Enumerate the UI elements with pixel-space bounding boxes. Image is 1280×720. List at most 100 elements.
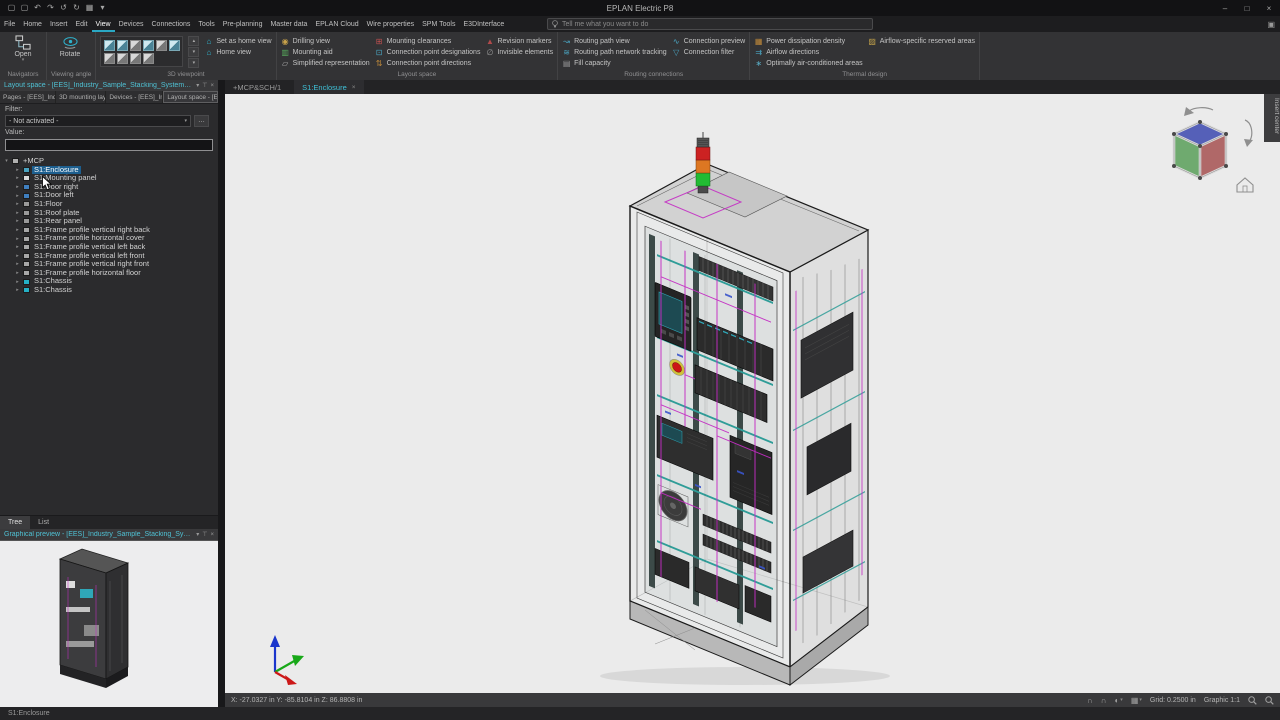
ribbon-button[interactable]: ↝Routing path view	[562, 36, 667, 46]
ribbon-button[interactable]: ⌂Set as home view	[204, 36, 271, 46]
search-input[interactable]: Tell me what you want to do	[547, 18, 873, 30]
expand-icon[interactable]: ▸	[14, 279, 21, 285]
menu-item[interactable]: Insert	[46, 16, 72, 32]
tree-item[interactable]: ▸ S1:Door left	[0, 191, 218, 200]
ribbon-button[interactable]: ⇉Airflow directions	[754, 47, 863, 57]
expand-icon[interactable]: ▸	[14, 287, 21, 293]
viewport-canvas[interactable]: Insert center	[225, 94, 1280, 693]
ribbon-button[interactable]: ∗Optimally air-conditioned areas	[754, 58, 863, 68]
tree-item[interactable]: ▸ S1:Frame profile horizontal floor	[0, 269, 218, 278]
minimize-icon[interactable]: –	[1214, 0, 1236, 16]
viewpoint-sphere-icon[interactable]	[130, 53, 141, 64]
expand-icon[interactable]: ▸	[14, 270, 21, 276]
menu-item[interactable]: Connections	[148, 16, 195, 32]
quick-access-icon[interactable]: ↺	[58, 0, 69, 16]
menu-item[interactable]: SPM Tools	[418, 16, 459, 32]
tree-item[interactable]: ▸ S1:Enclosure	[0, 166, 218, 175]
quick-access-icon[interactable]: ↻	[71, 0, 82, 16]
tree-item[interactable]: ▸ S1:Mounting panel	[0, 174, 218, 183]
viewpoint-cube-icon[interactable]	[117, 40, 128, 51]
expand-icon[interactable]: ▸	[14, 227, 21, 233]
expand-icon[interactable]: ▸	[14, 236, 21, 242]
menu-item[interactable]: File	[0, 16, 19, 32]
ribbon-button[interactable]: ▲Revision markers	[485, 36, 553, 46]
document-tab[interactable]: +MCP&SCH/1	[225, 80, 294, 94]
navigator-tab[interactable]: 3D mounting lay...	[56, 91, 106, 103]
viewpoint-cube-icon[interactable]	[156, 40, 167, 51]
panel-menu-icon[interactable]: ▾	[196, 82, 199, 89]
snap-icon[interactable]: ∩	[1101, 696, 1107, 705]
gallery-down-icon[interactable]: ▾	[188, 47, 199, 57]
snap-icon[interactable]: ∩	[1087, 696, 1093, 705]
gallery-up-icon[interactable]: ▴	[188, 36, 199, 46]
document-tab[interactable]: S1:Enclosure×	[294, 80, 363, 94]
insert-center-tab[interactable]: Insert center	[1264, 94, 1280, 142]
expand-icon[interactable]: ▸	[14, 210, 21, 216]
tree-item[interactable]: ▸ S1:Roof plate	[0, 209, 218, 218]
value-input[interactable]	[5, 139, 213, 151]
viewpoint-cube-icon[interactable]	[143, 40, 154, 51]
gallery-more-icon[interactable]: ▾	[188, 58, 199, 68]
graphic-scale[interactable]: Graphic 1:1	[1204, 697, 1240, 704]
quick-access-icon[interactable]: ↶	[32, 0, 43, 16]
quick-access-icon[interactable]: ↷	[45, 0, 56, 16]
quick-access-icon[interactable]: ▢	[19, 0, 30, 16]
viewpoint-cube-icon[interactable]	[104, 40, 115, 51]
navigator-tab[interactable]: Layout space - [E...	[163, 91, 218, 103]
navigator-tab[interactable]: Devices - [EES]_In...	[106, 91, 163, 103]
menu-item[interactable]: Pre-planning	[219, 16, 267, 32]
menu-item[interactable]: E3DInterface	[459, 16, 508, 32]
viewpoint-sphere-icon[interactable]	[143, 53, 154, 64]
ribbon-button[interactable]: ▦Power dissipation density	[754, 36, 863, 46]
expand-icon[interactable]: ▸	[14, 261, 21, 267]
close-tab-icon[interactable]: ×	[352, 84, 356, 91]
menu-item[interactable]: Home	[19, 16, 46, 32]
pin-icon[interactable]: ⊤	[202, 82, 207, 89]
ribbon-button[interactable]: ∅Invisible elements	[485, 47, 553, 57]
navigator-tab[interactable]: Pages - [EES]_Ind...	[0, 91, 56, 103]
ribbon-button[interactable]: ▥Mounting aid	[281, 47, 370, 57]
ribbon-button[interactable]: ◉Drilling view	[281, 36, 370, 46]
close-panel-icon[interactable]: ×	[210, 532, 214, 538]
expand-icon[interactable]: ▸	[14, 218, 21, 224]
close-icon[interactable]: ×	[1258, 0, 1280, 16]
quick-access-icon[interactable]: ▾	[97, 0, 108, 16]
ribbon-button[interactable]: ≋Routing path network tracking	[562, 47, 667, 57]
tree-list-tab[interactable]: Tree	[0, 516, 30, 529]
expand-icon[interactable]: ▸	[14, 193, 21, 199]
zoom-in-icon[interactable]	[1248, 696, 1257, 705]
view-mode-icon[interactable]: ◐▾	[1114, 696, 1122, 705]
quick-access-icon[interactable]: ▢	[6, 0, 17, 16]
tree-item[interactable]: ▾ +MCP	[0, 157, 218, 166]
panel-menu-icon[interactable]: ▾	[196, 531, 199, 538]
rotate-button[interactable]: Rotate	[51, 33, 89, 58]
open-navigator-button[interactable]: Open▾	[4, 33, 42, 62]
menu-item[interactable]: Devices	[115, 16, 148, 32]
menu-item[interactable]: Wire properties	[363, 16, 418, 32]
tree-item[interactable]: ▸ S1:Floor	[0, 200, 218, 209]
zoom-out-icon[interactable]	[1265, 696, 1274, 705]
rotate-vertical-icon[interactable]	[1244, 120, 1253, 147]
expand-icon[interactable]: ▾	[3, 158, 10, 164]
menu-item[interactable]: Tools	[194, 16, 218, 32]
tree-item[interactable]: ▸ S1:Door right	[0, 183, 218, 192]
ribbon-options-icon[interactable]: ▣	[1267, 16, 1275, 32]
3d-viewport[interactable]: Insert center	[225, 94, 1280, 693]
graphical-preview[interactable]	[0, 540, 218, 707]
menu-item[interactable]: Edit	[71, 16, 91, 32]
expand-icon[interactable]: ▸	[14, 244, 21, 250]
navigation-cube[interactable]	[1172, 107, 1253, 192]
expand-icon[interactable]: ▸	[14, 184, 21, 190]
ribbon-button[interactable]: ▽Connection filter	[672, 47, 745, 57]
quick-access-icon[interactable]: ▦	[84, 0, 95, 16]
pin-icon[interactable]: ⊤	[202, 531, 207, 538]
expand-icon[interactable]: ▸	[14, 253, 21, 259]
menu-item[interactable]: EPLAN Cloud	[311, 16, 362, 32]
enclosure-3d-model[interactable]	[630, 132, 868, 685]
expand-icon[interactable]: ▸	[14, 201, 21, 207]
tree-item[interactable]: ▸ S1:Chassis	[0, 286, 218, 295]
rotate-left-icon[interactable]	[1184, 107, 1213, 116]
ribbon-button[interactable]: ▱Simplified representation	[281, 58, 370, 68]
viewpoint-cube-icon[interactable]	[130, 40, 141, 51]
panel-splitter[interactable]	[218, 80, 225, 707]
